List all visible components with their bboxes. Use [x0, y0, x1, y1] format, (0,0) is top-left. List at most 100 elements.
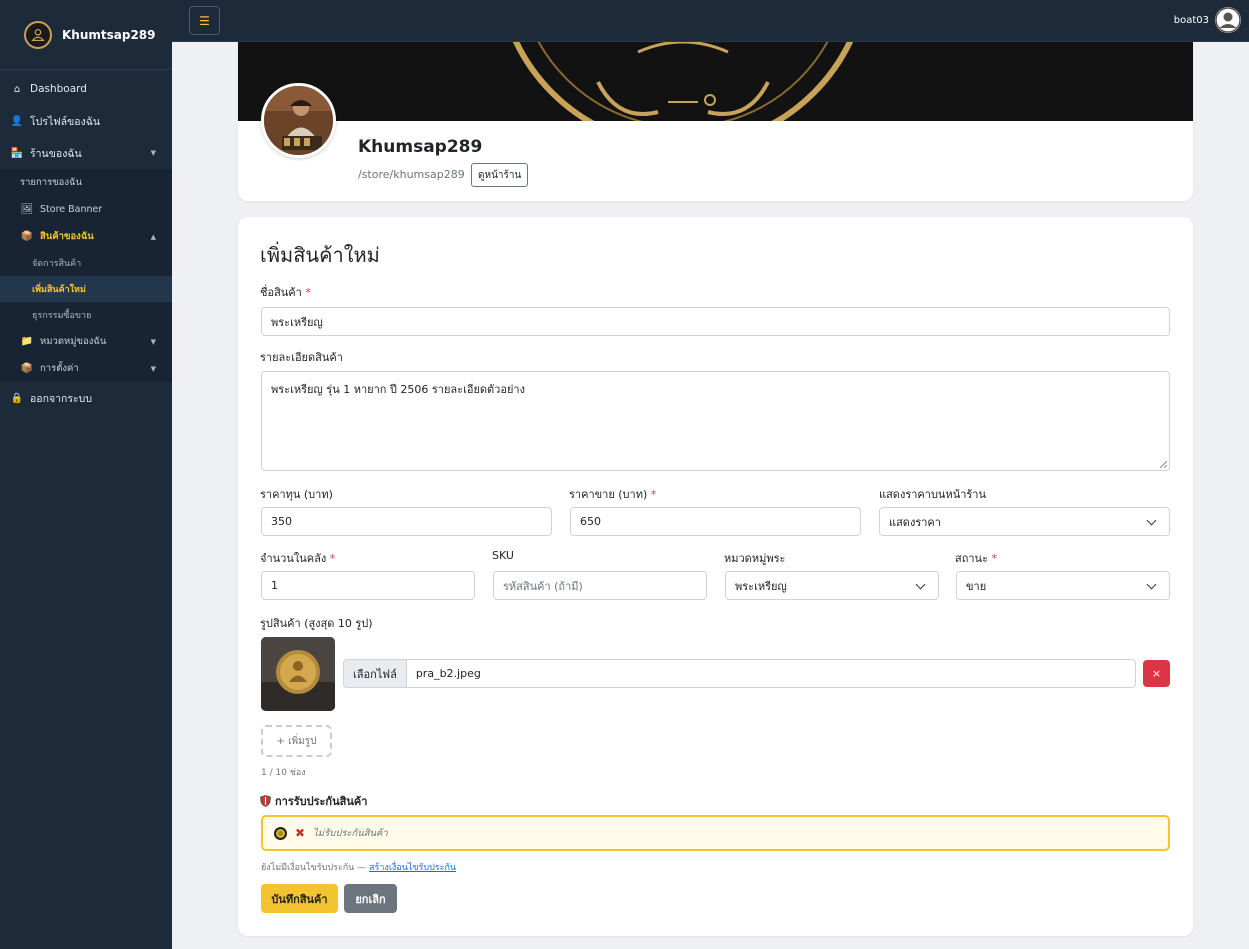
chevron-up-icon: ▲	[150, 232, 156, 241]
label-text: สถานะ	[955, 552, 988, 565]
description-label: รายละเอียดสินค้า	[260, 351, 343, 364]
category-select[interactable]: พระเหรียญ	[725, 571, 939, 600]
chevron-down-icon: ▼	[150, 149, 156, 157]
required-mark: *	[305, 286, 311, 299]
shield-icon	[260, 795, 271, 807]
logo-icon	[24, 20, 52, 49]
cost-label: ราคาทุน (บาท)	[260, 488, 333, 501]
file-name: pra_b2.jpeg	[415, 667, 481, 680]
cancel-button[interactable]: ยกเลิก	[344, 884, 397, 913]
brand[interactable]: Khumtsap289	[0, 0, 172, 70]
sidebar-item-label: ออกจากระบบ	[30, 392, 92, 405]
brand-name: Khumtsap289	[62, 27, 156, 42]
sidebar-item-dashboard[interactable]: ⌂ Dashboard	[0, 73, 172, 105]
warranty-title: การรับประกันสินค้า	[260, 792, 367, 810]
sidebar-item-label: เพิ่มสินค้าใหม่	[32, 285, 86, 295]
add-product-form: เพิ่มสินค้าใหม่ ชื่อสินค้า * พระเหรียญ ร…	[238, 217, 1193, 936]
warranty-option[interactable]: ✖ ไม่รับประกันสินค้า	[261, 815, 1170, 851]
sidebar-item-label: สินค้าของฉัน	[40, 231, 94, 242]
price-input[interactable]: 650	[570, 507, 861, 536]
images-label: รูปสินค้า (สูงสุด 10 รูป)	[260, 617, 373, 630]
topbar: ☰ boat03	[172, 0, 1249, 42]
sidebar-item-manage-products[interactable]: จัดการสินค้า	[0, 250, 172, 276]
store-name: Khumsap289	[358, 137, 483, 157]
save-product-button[interactable]: บันทึกสินค้า	[261, 884, 338, 913]
sku-label: SKU	[492, 549, 514, 562]
remove-image-button[interactable]: ×	[1143, 660, 1170, 687]
file-input[interactable]: เลือกไฟล์ pra_b2.jpeg	[343, 659, 1136, 688]
cross-icon: ✖	[295, 826, 306, 840]
warranty-radio[interactable]	[274, 826, 287, 840]
select-value: แสดงราคา	[889, 515, 941, 529]
cost-input[interactable]: 350	[261, 507, 552, 536]
required-mark: *	[650, 488, 657, 501]
category-label: หมวดหมู่พระ	[724, 552, 786, 565]
status-select[interactable]: ขาย	[956, 571, 1170, 600]
choose-file-button[interactable]: เลือกไฟล์	[344, 660, 407, 687]
sidebar-item-label: Dashboard	[30, 83, 87, 95]
user-avatar-icon	[1215, 7, 1241, 33]
description-text: พระเหรียญ รุ่น 1 หายาก ปี 2506 รายละเอีย…	[271, 383, 525, 396]
sidebar-item-settings[interactable]: 📦 การตั้งค่า ▼	[0, 355, 172, 382]
sidebar-item-profile[interactable]: 👤 โปรไฟล์ของฉัน	[0, 105, 172, 137]
sidebar-item-transactions[interactable]: ธุรกรรมซื้อขาย	[0, 302, 172, 328]
label-text: ราคาขาย (บาท)	[569, 488, 648, 501]
sidebar: Khumtsap289 ⌂ Dashboard 👤 โปรไฟล์ของฉัน …	[0, 0, 172, 949]
box-icon: 📦	[20, 231, 34, 242]
resize-handle-icon[interactable]	[1160, 461, 1167, 468]
stock-label: จำนวนในคลัง *	[260, 549, 335, 567]
sidebar-item-my-listings[interactable]: รายการของฉัน	[0, 169, 172, 196]
folder-icon: 📁	[20, 336, 34, 347]
image-count: 1 / 10 ช่อง	[261, 768, 306, 778]
chevron-down-icon: ▼	[150, 364, 156, 373]
sidebar-menu: ⌂ Dashboard 👤 โปรไฟล์ของฉัน 🏪 ร้านของฉัน…	[0, 73, 172, 414]
menu-toggle-button[interactable]: ☰	[189, 6, 220, 35]
store-profile-card: Khumsap289 /store/khumsap289 ดูหน้าร้าน	[238, 42, 1193, 201]
add-image-button[interactable]: + เพิ่มรูป	[261, 725, 332, 757]
sidebar-item-add-product[interactable]: เพิ่มสินค้าใหม่	[0, 276, 172, 302]
description-textarea[interactable]: พระเหรียญ รุ่น 1 หายาก ปี 2506 รายละเอีย…	[261, 371, 1170, 471]
show-price-label: แสดงราคาบนหน้าร้าน	[879, 488, 986, 501]
sidebar-item-label: Store Banner	[40, 204, 103, 215]
sidebar-item-store-banner[interactable]: 🖼 Store Banner	[0, 196, 172, 223]
show-price-select[interactable]: แสดงราคา	[879, 507, 1170, 536]
lock-icon: 🔒	[10, 392, 24, 404]
sidebar-item-my-store[interactable]: 🏪 ร้านของฉัน ▼	[0, 137, 172, 169]
page-title: เพิ่มสินค้าใหม่	[260, 243, 380, 267]
price-label: ราคาขาย (บาท) *	[569, 485, 656, 503]
label-text: จำนวนในคลัง	[260, 552, 327, 565]
store-submenu: รายการของฉัน 🖼 Store Banner 📦 สินค้าของฉ…	[0, 169, 172, 382]
chevron-down-icon: ▼	[150, 337, 156, 346]
sku-input[interactable]: รหัสสินค้า (ถ้ามี)	[493, 571, 707, 600]
sidebar-item-label: ธุรกรรมซื้อขาย	[32, 311, 92, 321]
product-name-label: ชื่อสินค้า *	[260, 283, 311, 301]
banner-icon: 🖼	[20, 204, 34, 215]
box-icon: 📦	[20, 363, 34, 374]
sidebar-item-label: โปรไฟล์ของฉัน	[30, 115, 101, 128]
store-banner	[238, 42, 1193, 121]
store-slug: /store/khumsap289	[358, 168, 465, 181]
warranty-hint-text: ยังไม่มีเงื่อนไขรับประกัน —	[261, 863, 367, 873]
product-name-input[interactable]: พระเหรียญ	[261, 307, 1170, 336]
sidebar-item-categories[interactable]: 📁 หมวดหมู่ของฉัน ▼	[0, 328, 172, 355]
username: boat03	[1173, 14, 1209, 26]
sidebar-item-label: รายการของฉัน	[20, 177, 82, 188]
warranty-hint: ยังไม่มีเงื่อนไขรับประกัน — สร้างเงื่อนไ…	[261, 860, 456, 874]
required-mark: *	[329, 552, 336, 565]
user-menu[interactable]: boat03	[1174, 7, 1241, 33]
status-label: สถานะ *	[955, 549, 997, 567]
warranty-option-label: ไม่รับประกันสินค้า	[313, 827, 388, 839]
required-mark: *	[991, 552, 997, 565]
user-icon: 👤	[10, 115, 24, 127]
create-warranty-link[interactable]: สร้างเงื่อนไขรับประกัน	[369, 863, 456, 873]
store-avatar	[261, 83, 336, 158]
view-store-button[interactable]: ดูหน้าร้าน	[471, 163, 529, 187]
warranty-title-text: การรับประกันสินค้า	[275, 795, 368, 808]
sidebar-item-my-products[interactable]: 📦 สินค้าของฉัน ▲	[0, 223, 172, 250]
stock-input[interactable]: 1	[261, 571, 475, 600]
sidebar-item-label: การตั้งค่า	[40, 363, 79, 374]
sku-placeholder: รหัสสินค้า (ถ้ามี)	[503, 579, 583, 593]
select-value: พระเหรียญ	[735, 579, 787, 593]
home-icon: ⌂	[13, 83, 21, 95]
sidebar-item-logout[interactable]: 🔒 ออกจากระบบ	[0, 382, 172, 414]
